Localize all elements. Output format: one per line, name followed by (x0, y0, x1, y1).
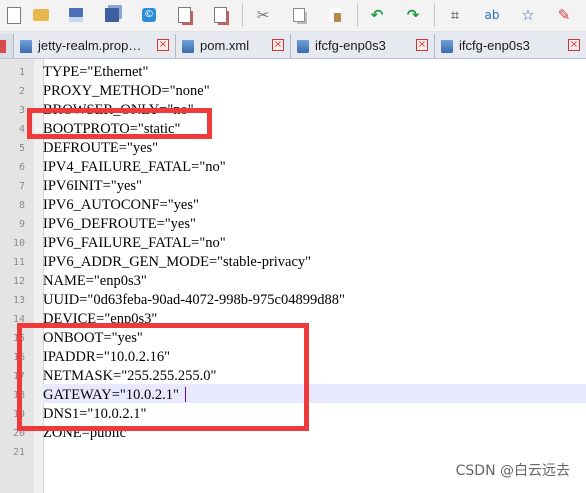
close-icon[interactable]: © (138, 4, 160, 26)
line-number: 3 (18, 105, 25, 116)
toolbar: © ✂ ↶ ↷ ⌗ ab ☆ ✎ (0, 0, 586, 32)
line-number: 13 (12, 295, 25, 306)
line-number: 12 (12, 276, 25, 287)
line-number: 9 (18, 219, 25, 230)
cut-icon[interactable]: ✂ (252, 4, 274, 26)
code-line[interactable]: TYPE="Ethernet" (43, 63, 148, 82)
tab-ifcfg-enp0s3-active[interactable]: ifcfg-enp0s3 × (435, 34, 586, 58)
line-number: 1 (18, 67, 25, 78)
line-number: 2 (18, 86, 25, 97)
redo-icon[interactable]: ↷ (402, 4, 424, 26)
file-icon (297, 40, 309, 53)
code-line[interactable]: UUID="0d63feba-90ad-4072-998b-975c04899d… (43, 291, 345, 310)
find-icon[interactable]: ⌗ (444, 4, 466, 26)
open-folder-icon[interactable] (30, 4, 52, 26)
line-number: 4 (18, 124, 25, 135)
copy-icon[interactable] (288, 4, 310, 26)
code-line[interactable]: IPV6_FAILURE_FATAL="no" (43, 234, 226, 253)
tab-label: ifcfg-enp0s3 (459, 38, 530, 53)
close-all-icon[interactable] (173, 4, 195, 26)
save-all-icon[interactable] (101, 4, 123, 26)
code-line[interactable]: IPV6_ADDR_GEN_MODE="stable-privacy" (43, 253, 311, 272)
undo-icon[interactable]: ↶ (366, 4, 388, 26)
line-number: 6 (18, 162, 25, 173)
line-number: 8 (18, 200, 25, 211)
tab-label: jetty-realm.prop… (38, 38, 142, 53)
tab-bar: jetty-realm.prop… × pom.xml × ifcfg-enp0… (0, 32, 586, 59)
line-number: 5 (18, 143, 25, 154)
highlight-box-bootproto (27, 108, 212, 139)
line-number: 7 (18, 181, 25, 192)
save-icon[interactable] (65, 4, 87, 26)
new-file-icon[interactable] (3, 4, 25, 26)
zoom-icon[interactable]: ☆ (517, 4, 539, 26)
tab-label: ifcfg-enp0s3 (315, 38, 386, 53)
print-icon[interactable] (209, 4, 231, 26)
code-line[interactable]: DEFROUTE="yes" (43, 139, 158, 158)
tab-label: pom.xml (200, 38, 250, 53)
file-icon (182, 40, 194, 53)
tab-jetty-realm[interactable]: jetty-realm.prop… × (14, 34, 176, 58)
code-line[interactable]: IPV6_AUTOCONF="yes" (43, 196, 199, 215)
close-icon[interactable]: × (272, 39, 284, 51)
macro-icon[interactable]: ✎ (553, 4, 575, 26)
file-icon (20, 40, 32, 53)
file-icon (441, 40, 453, 53)
close-icon[interactable]: × (568, 39, 580, 51)
code-line[interactable]: IPV6INIT="yes" (43, 177, 142, 196)
tab-overflow[interactable] (0, 34, 14, 58)
replace-icon[interactable]: ab (481, 4, 503, 26)
close-icon[interactable]: × (157, 39, 169, 51)
code-line[interactable]: NAME="enp0s3" (43, 272, 147, 291)
line-number: 11 (12, 257, 25, 268)
code-line[interactable]: IPV4_FAILURE_FATAL="no" (43, 158, 226, 177)
watermark: CSDN @白云远去 (455, 463, 570, 479)
line-number: 21 (12, 447, 25, 458)
tab-ifcfg-enp0s3[interactable]: ifcfg-enp0s3 × (291, 34, 435, 58)
close-icon[interactable]: × (416, 39, 428, 51)
code-line[interactable]: IPV6_DEFROUTE="yes" (43, 215, 196, 234)
paste-icon[interactable] (324, 4, 346, 26)
highlight-box-network-config (17, 323, 309, 431)
code-line[interactable]: PROXY_METHOD="none" (43, 82, 210, 101)
tab-pom-xml[interactable]: pom.xml × (176, 34, 291, 58)
line-number: 10 (12, 238, 25, 249)
